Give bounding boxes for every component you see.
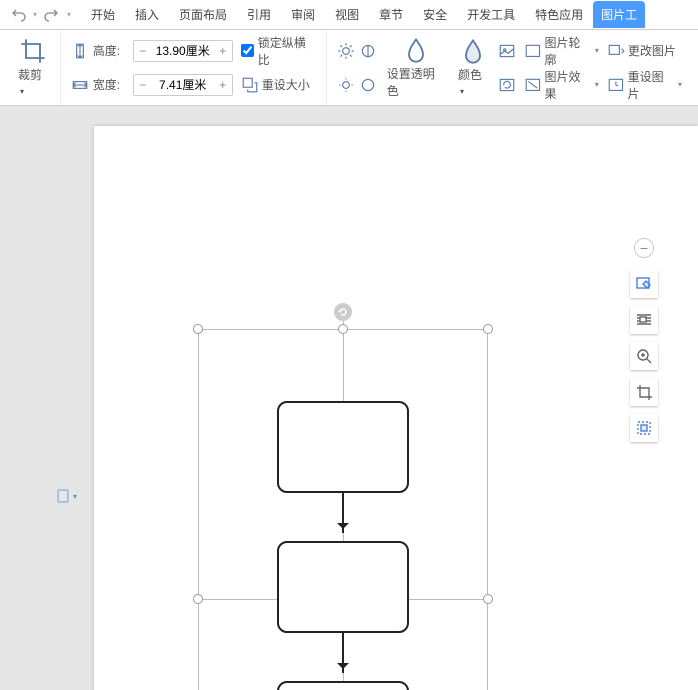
flow-box-3 [277, 681, 409, 690]
zoom-button[interactable] [630, 342, 658, 370]
tab-review[interactable]: 审阅 [281, 1, 325, 28]
contrast-down-icon[interactable] [359, 76, 377, 94]
lock-ratio-checkbox[interactable] [241, 44, 254, 57]
redo-icon[interactable] [43, 7, 59, 23]
flow-box-2 [277, 541, 409, 633]
tab-view[interactable]: 视图 [325, 1, 369, 28]
contrast-up-icon[interactable] [359, 42, 377, 60]
more-adjust-2-button[interactable] [498, 71, 516, 99]
qat-dropdown-icon[interactable]: ▾ [63, 7, 75, 23]
crop-button[interactable]: 裁剪 [12, 38, 54, 97]
lock-ratio-label: 锁定纵横比 [258, 34, 316, 68]
height-decrease-button[interactable]: − [134, 41, 152, 61]
change-pic-button[interactable]: 更改图片 [607, 37, 682, 65]
collapse-toolbar-button[interactable]: − [634, 238, 654, 258]
flow-box-1 [277, 401, 409, 493]
effect-icon [524, 76, 542, 94]
picture-compress-icon [498, 42, 516, 60]
more-adjust-1-button[interactable] [498, 37, 516, 65]
tab-special[interactable]: 特色应用 [525, 1, 593, 28]
reset-pic-button[interactable]: 重设图片▾ [607, 71, 682, 99]
reset-pic-label: 重设图片 [628, 68, 675, 102]
wrap-text-button[interactable] [630, 306, 658, 334]
effect-button[interactable]: 图片效果▾ [524, 71, 599, 99]
color-icon [459, 38, 487, 64]
height-label: 高度: [93, 42, 129, 59]
workspace: ▾ − [0, 106, 698, 690]
height-icon [71, 42, 89, 60]
rotate-handle[interactable] [334, 303, 352, 321]
tab-chapter[interactable]: 章节 [369, 1, 413, 28]
effect-label: 图片效果 [544, 68, 591, 102]
anchor-dropdown-icon: ▾ [73, 492, 77, 501]
crop-tool-button[interactable] [630, 378, 658, 406]
tab-picture-tool[interactable]: 图片工 [593, 1, 645, 28]
resize-handle-n[interactable] [338, 324, 348, 334]
undo-icon[interactable] [11, 7, 27, 23]
height-input[interactable] [152, 44, 214, 58]
floating-toolbar: − [630, 238, 658, 442]
change-pic-icon [607, 42, 625, 60]
tab-dev[interactable]: 开发工具 [457, 1, 525, 28]
tab-insert[interactable]: 插入 [125, 1, 169, 28]
crop-icon [19, 38, 47, 64]
change-pic-label: 更改图片 [628, 42, 676, 59]
picture-reset-icon [498, 76, 516, 94]
outline-button[interactable]: 图片轮廓▾ [524, 37, 599, 65]
tab-start[interactable]: 开始 [81, 1, 125, 28]
undo-dropdown-icon[interactable]: ▾ [31, 7, 39, 23]
resize-handle-w[interactable] [193, 594, 203, 604]
flow-arrow-2 [342, 633, 344, 673]
flow-arrow-1 [342, 493, 344, 533]
brightness-up-icon[interactable] [337, 42, 355, 60]
tab-ref[interactable]: 引用 [237, 1, 281, 28]
outline-label: 图片轮廓 [544, 34, 591, 68]
resize-handle-e[interactable] [483, 594, 493, 604]
anchor-indicator[interactable]: ▾ [55, 488, 77, 504]
color-label: 颜色 [458, 66, 488, 97]
reset-size-label: 重设大小 [262, 76, 310, 93]
reset-size-icon [241, 76, 259, 94]
height-increase-button[interactable]: + [214, 41, 232, 61]
height-spinner[interactable]: − + [133, 40, 233, 62]
reset-size-button[interactable]: 重设大小 [241, 71, 316, 99]
reset-pic-icon2 [607, 76, 625, 94]
width-icon [71, 76, 89, 94]
width-increase-button[interactable]: + [214, 75, 232, 95]
edit-image-button[interactable] [630, 270, 658, 298]
width-label: 宽度: [93, 76, 129, 93]
brightness-down-icon[interactable] [337, 76, 355, 94]
select-objects-button[interactable] [630, 414, 658, 442]
resize-handle-nw[interactable] [193, 324, 203, 334]
color-button[interactable]: 颜色 [452, 38, 494, 97]
resize-handle-ne[interactable] [483, 324, 493, 334]
width-input[interactable] [152, 78, 214, 92]
set-transparent-button[interactable]: 设置透明色 [381, 37, 452, 99]
outline-icon [524, 42, 542, 60]
tab-security[interactable]: 安全 [413, 1, 457, 28]
width-spinner[interactable]: − + [133, 74, 233, 96]
width-decrease-button[interactable]: − [134, 75, 152, 95]
crop-label: 裁剪 [18, 66, 48, 97]
set-transparent-label: 设置透明色 [387, 65, 446, 99]
droplet-icon [402, 37, 430, 63]
tab-layout[interactable]: 页面布局 [169, 1, 237, 28]
selected-image[interactable] [198, 329, 488, 690]
